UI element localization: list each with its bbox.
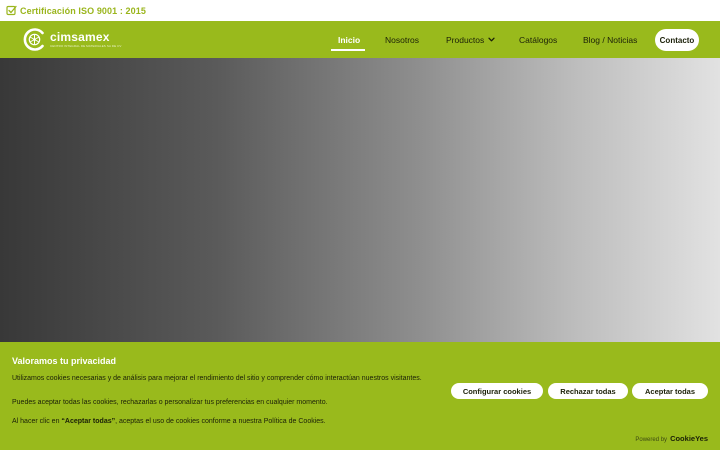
nav-item-inicio[interactable]: Inicio xyxy=(338,21,360,58)
active-nav-underline xyxy=(331,49,365,51)
main-navbar: cimsamex CENTRO INTEGRAL DE MATERIALES S… xyxy=(0,21,720,58)
logo-text: cimsamex CENTRO INTEGRAL DE MATERIALES S… xyxy=(50,30,122,49)
contact-button[interactable]: Contacto xyxy=(655,29,699,51)
checkbox-icon xyxy=(6,5,17,16)
certification-text: Certificación ISO 9001 : 2015 xyxy=(20,5,146,16)
cookie-paragraph-3: Al hacer clic en “Aceptar todas”, acepta… xyxy=(12,416,432,427)
site-logo[interactable]: cimsamex CENTRO INTEGRAL DE MATERIALES S… xyxy=(22,26,121,53)
cookie-paragraph-3-post: , aceptas el uso de cookies conforme a n… xyxy=(115,418,326,425)
cookie-title: Valoramos tu privacidad xyxy=(12,356,117,366)
cookie-paragraph-2: Puedes aceptar todas las cookies, rechaz… xyxy=(12,399,328,406)
reject-all-button[interactable]: Rechazar todas xyxy=(548,383,628,399)
nav-item-catalogos[interactable]: Catálogos xyxy=(519,21,557,58)
cookie-consent-banner: Valoramos tu privacidad Utilizamos cooki… xyxy=(0,342,720,450)
nav-item-productos[interactable]: Productos xyxy=(446,21,495,58)
nav-item-productos-label: Productos xyxy=(446,34,485,45)
accept-all-button[interactable]: Aceptar todas xyxy=(632,383,708,399)
powered-by-label: Powered by xyxy=(635,437,668,443)
logo-name: cimsamex xyxy=(50,30,110,44)
cookieyes-logo: CookieYes xyxy=(670,434,708,443)
powered-by[interactable]: Powered by CookieYes xyxy=(635,434,708,443)
cookie-paragraph-3-pre: Al hacer clic en xyxy=(12,418,62,425)
chevron-down-icon xyxy=(488,36,495,43)
cookie-paragraph-3-bold: “Aceptar todas” xyxy=(61,418,116,425)
nav-item-nosotros[interactable]: Nosotros xyxy=(385,21,419,58)
top-bar: Certificación ISO 9001 : 2015 xyxy=(0,0,720,21)
cookie-paragraph-1: Utilizamos cookies necesarias y de análi… xyxy=(12,375,422,382)
hero-banner xyxy=(0,58,720,344)
logo-tagline: CENTRO INTEGRAL DE MATERIALES SA DE CV xyxy=(50,44,122,48)
nav-item-blog[interactable]: Blog / Noticias xyxy=(583,21,637,58)
configure-cookies-button[interactable]: Configurar cookies xyxy=(451,383,543,399)
logo-mark-icon xyxy=(22,27,47,52)
